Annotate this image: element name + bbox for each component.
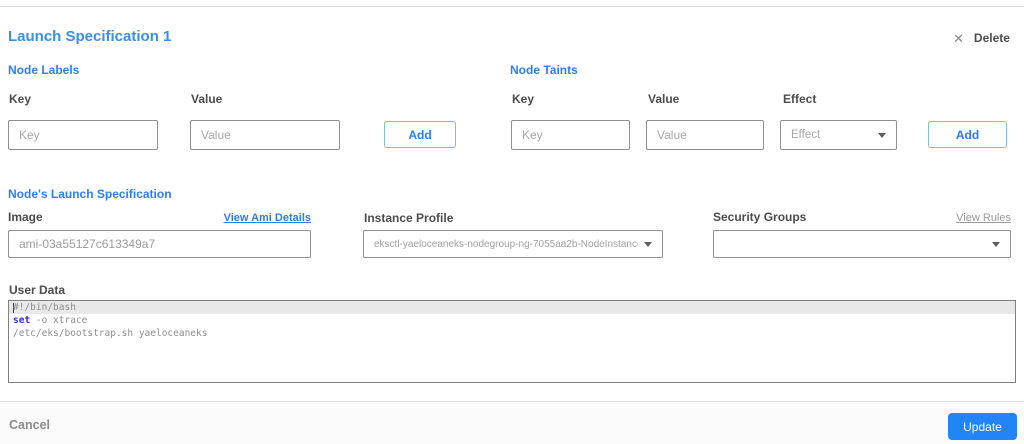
chevron-down-icon bbox=[992, 241, 1000, 247]
delete-button[interactable]: ✕ Delete bbox=[953, 31, 1010, 45]
security-groups-label: Security Groups bbox=[713, 210, 807, 224]
node-taints-effect-label: Effect bbox=[783, 92, 817, 106]
instance-profile-value: eksctl-yaeloceaneks-nodegroup-ng-7055aa2… bbox=[374, 238, 638, 250]
node-taints-heading: Node Taints bbox=[510, 63, 578, 77]
page-title: Launch Specification 1 bbox=[8, 28, 172, 45]
instance-profile-select[interactable]: eksctl-yaeloceaneks-nodegroup-ng-7055aa2… bbox=[363, 230, 663, 258]
cancel-button[interactable]: Cancel bbox=[9, 418, 50, 432]
effect-select-placeholder: Effect bbox=[791, 129, 821, 141]
user-data-code-lines: #!/bin/bash set -o xtrace/etc/eks/bootstr… bbox=[9, 301, 1015, 340]
update-button[interactable]: Update bbox=[948, 413, 1017, 440]
node-taints-value-input[interactable] bbox=[646, 120, 764, 150]
instance-profile-label: Instance Profile bbox=[364, 211, 454, 225]
node-labels-key-label: Key bbox=[9, 92, 32, 106]
node-taints-effect-select[interactable]: Effect bbox=[780, 120, 897, 150]
node-labels-value-input[interactable] bbox=[190, 120, 340, 150]
code-line: #!/bin/bash bbox=[9, 301, 1015, 314]
user-data-editor[interactable]: #!/bin/bash set -o xtrace/etc/eks/bootstr… bbox=[8, 300, 1016, 383]
node-labels-value-label: Value bbox=[191, 92, 223, 106]
node-taints-key-label: Key bbox=[512, 92, 535, 106]
chevron-down-icon bbox=[644, 241, 652, 247]
launch-spec-heading: Node's Launch Specification bbox=[8, 187, 172, 201]
footer-bar: Cancel Update bbox=[0, 401, 1024, 444]
node-taints-key-input[interactable] bbox=[511, 120, 630, 150]
image-label: Image bbox=[8, 210, 43, 224]
node-taints-add-button[interactable]: Add bbox=[928, 121, 1007, 148]
node-taints-value-label: Value bbox=[648, 92, 680, 106]
code-line: set -o xtrace bbox=[13, 315, 88, 326]
view-ami-details-link[interactable]: View Ami Details bbox=[224, 212, 311, 224]
security-groups-select[interactable] bbox=[713, 230, 1011, 258]
close-icon: ✕ bbox=[953, 30, 964, 46]
delete-button-label: Delete bbox=[973, 31, 1010, 45]
view-rules-link[interactable]: View Rules bbox=[956, 212, 1011, 224]
code-line: /etc/eks/bootstrap.sh yaeloceaneks bbox=[13, 328, 208, 339]
node-labels-heading: Node Labels bbox=[8, 63, 80, 77]
node-labels-key-input[interactable] bbox=[8, 120, 158, 150]
image-input[interactable] bbox=[8, 230, 311, 258]
user-data-label: User Data bbox=[9, 283, 66, 297]
node-labels-add-button[interactable]: Add bbox=[384, 121, 456, 148]
top-divider bbox=[0, 6, 1024, 7]
security-groups-label-row: Security Groups View Rules bbox=[713, 210, 1011, 224]
chevron-down-icon bbox=[878, 132, 886, 138]
image-label-row: Image View Ami Details bbox=[8, 210, 311, 224]
launch-specification-panel: Launch Specification 1 ✕ Delete Node Lab… bbox=[0, 0, 1024, 444]
